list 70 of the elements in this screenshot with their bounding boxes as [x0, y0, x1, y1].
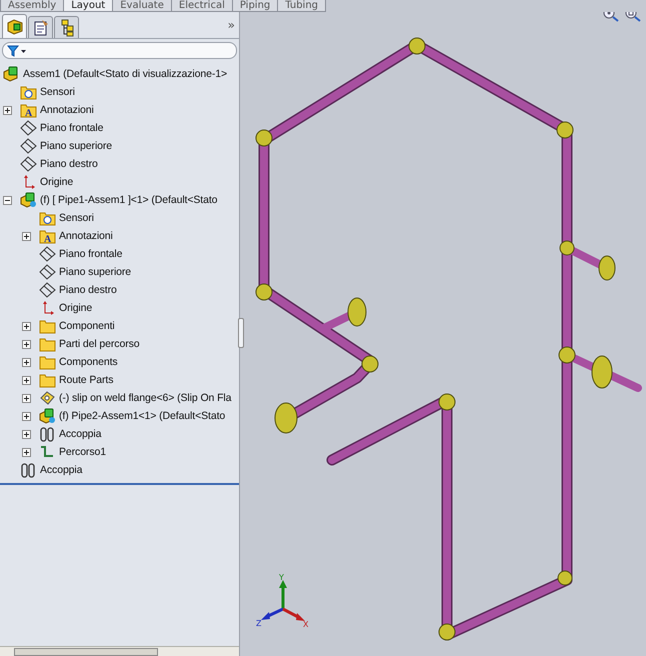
- tree-item-label[interactable]: (f) Pipe2-Assem1<1> (Default<Stato: [59, 410, 226, 422]
- property-sheet-icon[interactable]: [28, 16, 53, 38]
- tree-item-label[interactable]: Annotazioni: [59, 230, 113, 242]
- plane-icon: [39, 282, 56, 298]
- tree-item-label[interactable]: (-) slip on weld flange<6> (Slip On Fla: [59, 392, 232, 404]
- tree-item-label[interactable]: Assem1 (Default<Stato di visualizzazione-1>: [23, 68, 228, 80]
- tree-item-label[interactable]: Percorso1: [59, 446, 106, 458]
- command-tab[interactable]: Layout: [63, 0, 114, 12]
- command-tab[interactable]: Piping: [232, 0, 278, 12]
- horizontal-scrollbar[interactable]: [0, 646, 239, 656]
- expand-toggle[interactable]: [22, 232, 31, 240]
- expand-toggle[interactable]: [22, 430, 31, 438]
- expand-toggle[interactable]: [3, 196, 12, 204]
- tree-item-label[interactable]: Piano destro: [59, 284, 117, 296]
- folder-icon: [39, 354, 56, 370]
- annotation-folder-icon: A: [39, 228, 56, 244]
- tree-item-label[interactable]: Accoppia: [59, 428, 102, 440]
- paperclip-icon: [39, 426, 56, 442]
- tree-item-label[interactable]: Route Parts: [59, 374, 114, 386]
- tree-item-label[interactable]: Piano destro: [40, 158, 98, 170]
- tree-item-label[interactable]: Piano frontale: [40, 122, 104, 134]
- tree-item-label[interactable]: Components: [59, 356, 118, 368]
- axis-triad-drawing: Y Z X: [256, 573, 308, 629]
- tree-item-label[interactable]: Componenti: [59, 320, 115, 332]
- expand-toggle[interactable]: [22, 322, 31, 330]
- paperclip-icon: [20, 462, 37, 478]
- assembly-icon: [3, 66, 20, 82]
- tree-item-label[interactable]: Annotazioni: [40, 104, 94, 116]
- folder-icon: [39, 372, 56, 388]
- splitter-handle[interactable]: [238, 318, 244, 348]
- plane-icon: [39, 246, 56, 262]
- command-tab[interactable]: Assembly: [0, 0, 64, 12]
- command-tab[interactable]: Tubing: [277, 0, 326, 12]
- tree-item-label[interactable]: Piano superiore: [59, 266, 132, 278]
- subassembly-icon: [20, 192, 37, 208]
- folder-icon: [39, 318, 56, 334]
- tree-item-label[interactable]: (f) [ Pipe1-Assem1 ]<1> (Default<Stato: [40, 194, 218, 206]
- part-icon: [39, 390, 56, 406]
- configuration-icon[interactable]: [54, 16, 79, 38]
- expand-toggle[interactable]: [3, 106, 12, 114]
- command-tab[interactable]: Electrical: [170, 0, 233, 12]
- plane-icon: [39, 264, 56, 280]
- plane-icon: [20, 120, 37, 136]
- expand-toggle[interactable]: [22, 376, 31, 384]
- tree-item-label[interactable]: Sensori: [40, 86, 75, 98]
- plane-icon: [20, 156, 37, 172]
- subassembly-icon: [39, 408, 56, 424]
- filter-icon[interactable]: [7, 44, 27, 56]
- command-tab[interactable]: Evaluate: [112, 0, 172, 12]
- tree-item-label[interactable]: Accoppia: [40, 464, 82, 476]
- expand-toggle[interactable]: [22, 448, 31, 456]
- filter-field[interactable]: [2, 42, 237, 59]
- sensor-folder-icon: [39, 210, 56, 226]
- expand-toggle[interactable]: [22, 412, 31, 420]
- expand-toggle[interactable]: [22, 394, 31, 402]
- more-chevron[interactable]: »: [228, 18, 235, 32]
- annotation-folder-icon: A: [20, 102, 37, 118]
- tree-item-label[interactable]: Piano frontale: [59, 248, 122, 260]
- tree-item-label[interactable]: Origine: [40, 176, 74, 188]
- folder-icon: [39, 336, 56, 352]
- expand-toggle[interactable]: [22, 340, 31, 348]
- tree-item-label[interactable]: Sensori: [59, 212, 94, 224]
- tree-item-label[interactable]: Parti del percorso: [59, 338, 140, 350]
- route-icon: [39, 444, 56, 460]
- tree-item-label[interactable]: Piano superiore: [40, 140, 112, 152]
- expand-toggle[interactable]: [22, 358, 31, 366]
- feature-tree-icon[interactable]: [2, 14, 27, 38]
- plane-icon: [20, 138, 37, 154]
- tree-item-label[interactable]: Origine: [59, 302, 92, 314]
- sensor-folder-icon: [20, 84, 37, 100]
